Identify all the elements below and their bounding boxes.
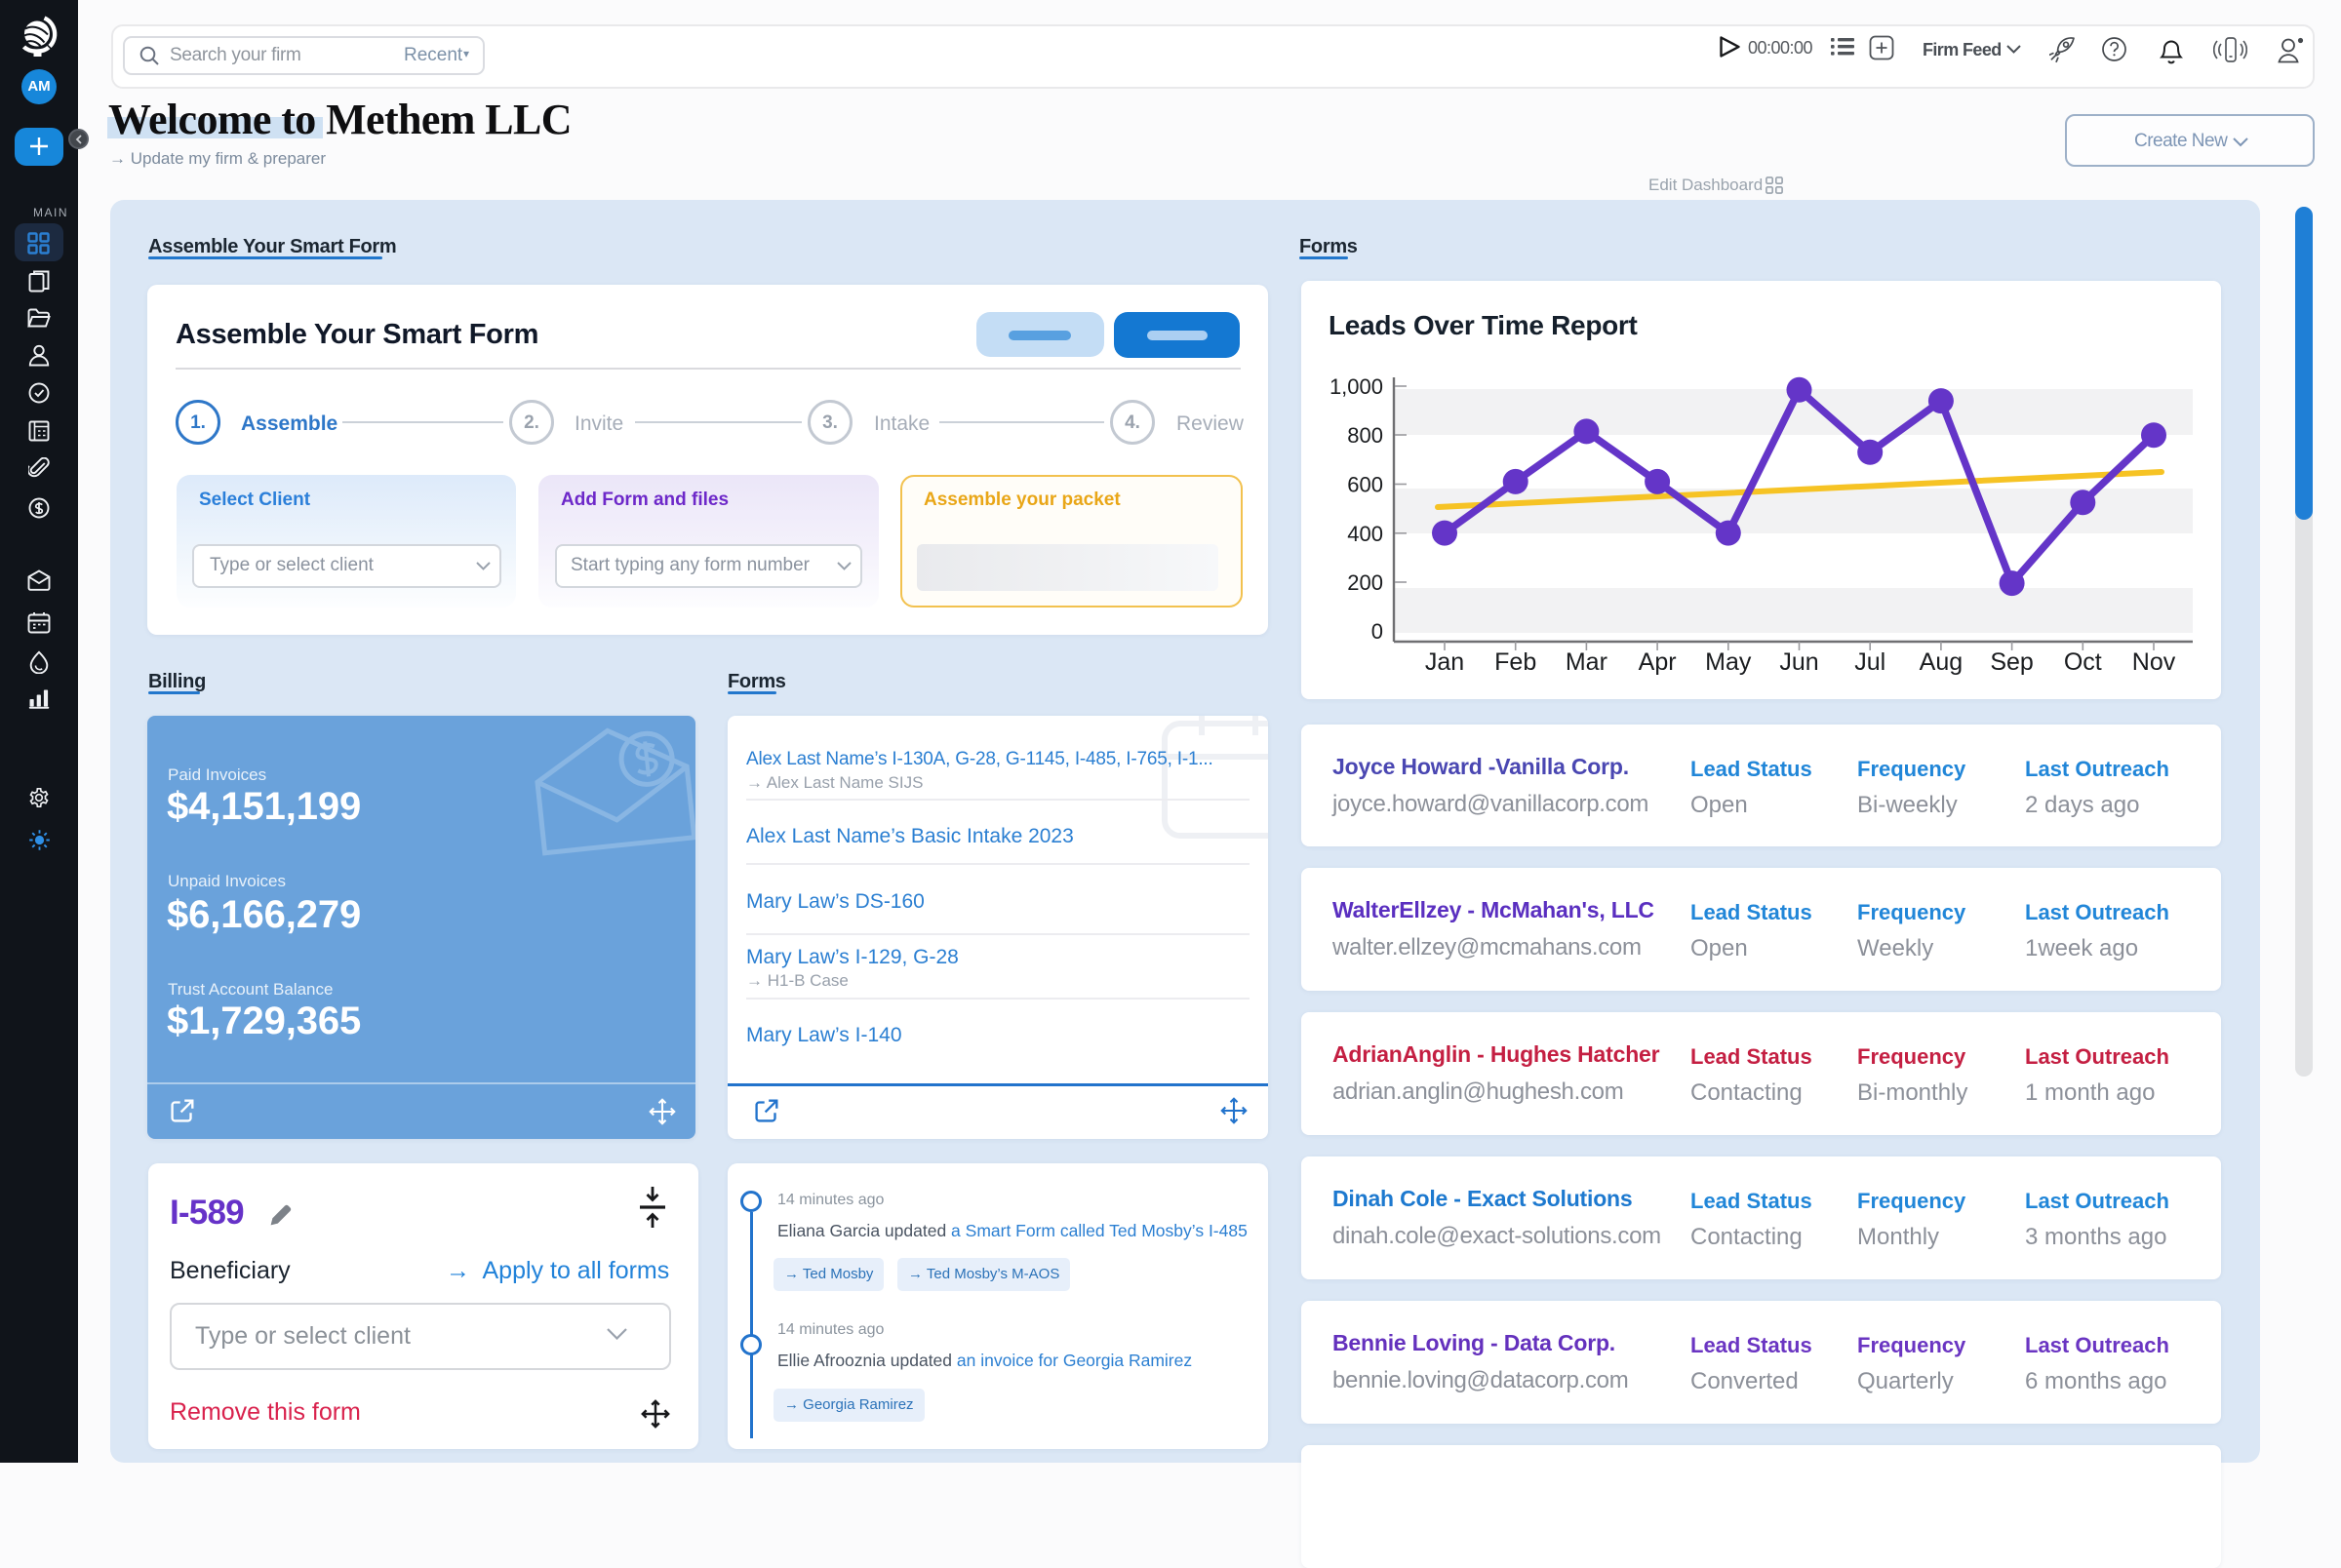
svg-text:Feb: Feb [1494, 648, 1536, 676]
svg-text:Jun: Jun [1779, 648, 1818, 676]
svg-text:600: 600 [1347, 473, 1383, 497]
svg-text:0: 0 [1371, 619, 1383, 644]
svg-text:Mar: Mar [1566, 648, 1607, 676]
svg-text:400: 400 [1347, 522, 1383, 546]
svg-text:Jan: Jan [1425, 648, 1464, 676]
svg-text:Jul: Jul [1854, 648, 1885, 676]
svg-text:800: 800 [1347, 423, 1383, 448]
svg-text:Oct: Oct [2064, 648, 2102, 676]
svg-text:1,000: 1,000 [1329, 374, 1383, 399]
svg-text:May: May [1705, 648, 1752, 676]
svg-text:Sep: Sep [1990, 648, 2033, 676]
svg-text:Apr: Apr [1639, 648, 1677, 676]
svg-text:Nov: Nov [2132, 648, 2176, 676]
svg-text:Aug: Aug [1920, 648, 1963, 676]
svg-text:200: 200 [1347, 570, 1383, 595]
